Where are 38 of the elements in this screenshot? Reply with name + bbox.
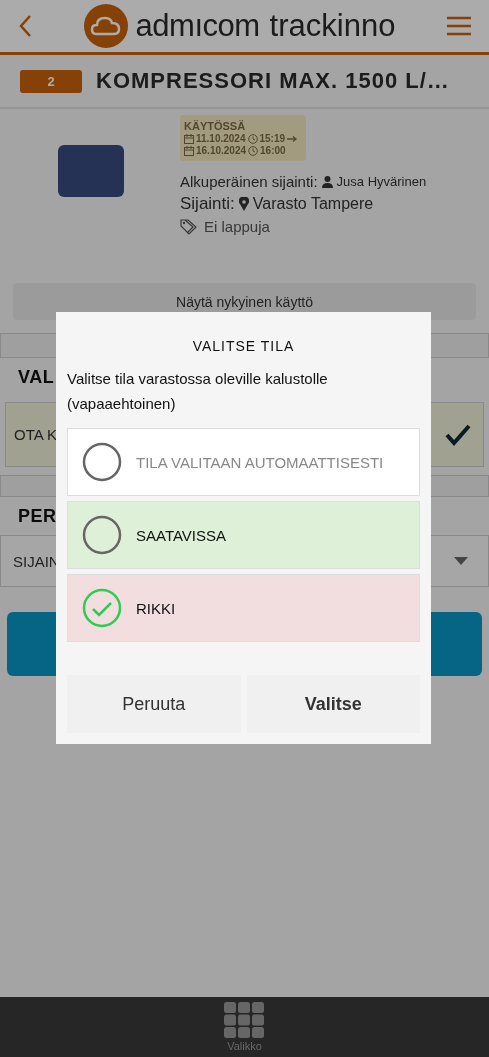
menu-icon[interactable] bbox=[447, 16, 471, 36]
person-icon bbox=[321, 175, 333, 188]
location-label: Sijainti: bbox=[180, 194, 235, 214]
location-value: Varasto Tampere bbox=[252, 195, 374, 213]
photo-placeholder bbox=[58, 145, 124, 197]
radio-icon bbox=[82, 442, 122, 482]
original-location-value: Jusa Hyvärinen bbox=[336, 174, 427, 189]
status-period: 11.10.2024 15:19 bbox=[184, 133, 302, 144]
map-pin-icon bbox=[238, 197, 249, 211]
clock-icon bbox=[248, 145, 259, 156]
grid-menu-icon[interactable] bbox=[224, 1002, 265, 1038]
item-title: KOMPRESSORI MAX. 1500 L/… bbox=[96, 68, 450, 94]
back-icon[interactable] bbox=[18, 14, 32, 38]
calendar-icon bbox=[184, 133, 194, 144]
clock-icon bbox=[247, 133, 258, 144]
status-option[interactable]: SAATAVISSA bbox=[67, 501, 420, 569]
status-label: KÄYTÖSSÄ bbox=[184, 120, 247, 132]
section-heading: PER bbox=[18, 505, 57, 527]
status-option[interactable]: RIKKI bbox=[67, 574, 420, 642]
count-badge: 2 bbox=[20, 69, 82, 93]
logo-text: trackinno bbox=[269, 8, 396, 44]
tags-text: Ei lappuja bbox=[204, 218, 270, 235]
dialog-button[interactable]: Peruuta bbox=[67, 675, 241, 733]
calendar-icon bbox=[184, 145, 194, 156]
status-period: 16.10.2024 16:00 bbox=[184, 145, 302, 156]
status-option[interactable]: TILA VALITAAN AUTOMAATTISESTI bbox=[67, 428, 420, 496]
logo-text: admıcom bbox=[135, 8, 260, 44]
dialog-button[interactable]: Valitse bbox=[246, 675, 420, 733]
card-text: OTA K bbox=[14, 426, 58, 443]
radio-icon bbox=[82, 515, 122, 555]
dialog-description: Valitse tila varastossa oleville kalustolle (vapaaehtoinen) bbox=[67, 369, 329, 414]
radio-icon bbox=[82, 588, 122, 628]
caret-icon bbox=[454, 557, 468, 565]
arrow-icon bbox=[287, 135, 298, 142]
section-heading: VAL bbox=[18, 366, 55, 388]
original-location-label: Alkuperäinen sijainti: bbox=[180, 173, 318, 190]
dialog-title: VALITSE TILA bbox=[191, 338, 296, 354]
cloud-logo-icon bbox=[83, 4, 128, 48]
